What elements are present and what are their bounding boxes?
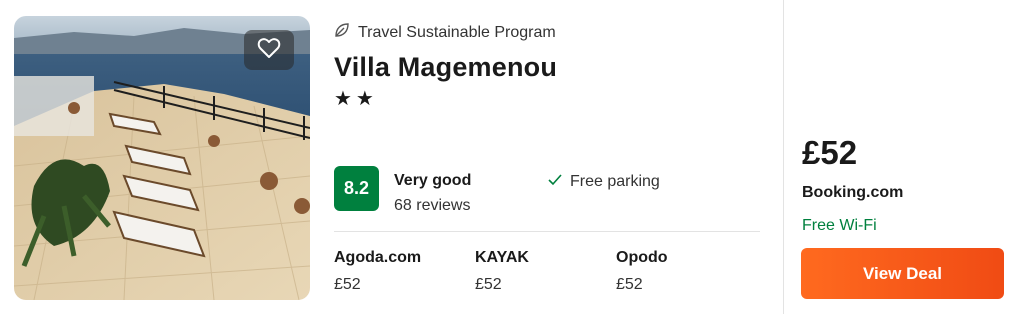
provider-price: £52: [616, 276, 643, 293]
provider-price: £52: [334, 276, 361, 293]
column-divider: [783, 0, 784, 314]
deal-provider-name: Booking.com: [802, 184, 904, 201]
deal-amenity: Free Wi-Fi: [802, 217, 877, 234]
hotel-info: Travel Sustainable Program Villa Magemen…: [334, 0, 764, 314]
provider-offer[interactable]: Opodo £52: [616, 249, 668, 294]
provider-name: Agoda.com: [334, 249, 422, 266]
provider-name: KAYAK: [475, 249, 529, 266]
program-label: Travel Sustainable Program: [358, 23, 556, 41]
view-deal-button[interactable]: View Deal: [801, 248, 1004, 299]
favorite-button[interactable]: [244, 30, 294, 70]
provider-offer[interactable]: KAYAK £52: [475, 249, 529, 294]
heart-icon: [257, 37, 281, 64]
deal-price: £52: [802, 134, 858, 171]
check-icon: [548, 173, 562, 191]
provider-price: £52: [475, 276, 502, 293]
hotel-result-card: Travel Sustainable Program Villa Magemen…: [0, 0, 1024, 314]
rating-label: Very good: [394, 172, 472, 189]
star-rating: ★★: [334, 88, 378, 110]
sustainable-program-badge: Travel Sustainable Program: [334, 22, 556, 43]
divider: [334, 231, 760, 232]
leaf-icon: [334, 22, 350, 43]
amenity-item: Free parking: [548, 173, 660, 191]
provider-offer[interactable]: Agoda.com £52: [334, 249, 421, 294]
review-count[interactable]: 68 reviews: [394, 197, 470, 215]
hotel-name[interactable]: Villa Magemenou: [334, 52, 557, 83]
amenity-label: Free parking: [570, 173, 660, 190]
rating-score-badge: 8.2: [334, 166, 379, 211]
provider-name: Opodo: [616, 249, 668, 266]
